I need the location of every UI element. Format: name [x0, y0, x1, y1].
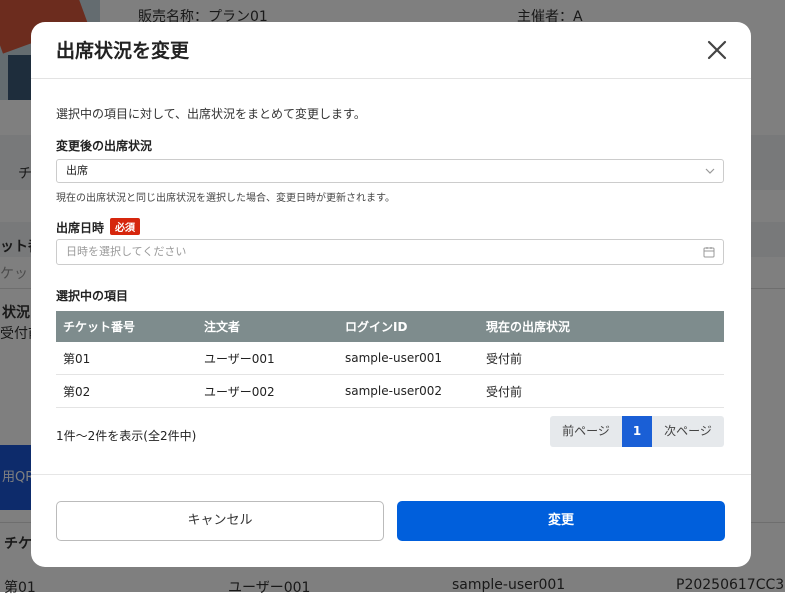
cell-current-status: 受付前 [479, 342, 724, 375]
close-button[interactable] [705, 38, 729, 62]
cell-ticket-number: 第02 [56, 374, 197, 408]
close-icon [707, 40, 727, 60]
submit-change-button[interactable]: 変更 [397, 501, 725, 541]
date-label-text: 出席日時 [56, 221, 105, 235]
cell-ticket-number: 第01 [56, 342, 197, 375]
status-select-value: 出席 [66, 164, 88, 177]
selected-items-label: 選択中の項目 [56, 289, 129, 303]
header-ticket-number: チケット番号 [56, 311, 197, 342]
required-badge: 必須 [110, 218, 141, 235]
intro-text: 選択中の項目に対して、出席状況をまとめて変更します。 [56, 107, 366, 121]
status-select[interactable]: 出席 [56, 159, 724, 183]
change-attendance-modal: 出席状況を変更 選択中の項目に対して、出席状況をまとめて変更します。 変更後の出… [31, 22, 751, 567]
modal-header: 出席状況を変更 [31, 22, 751, 79]
cell-login-id: sample-user001 [338, 342, 479, 375]
prev-page-button[interactable]: 前ページ [550, 416, 622, 447]
header-orderer: 注文者 [197, 311, 338, 342]
cancel-button[interactable]: キャンセル [56, 501, 384, 541]
header-current-status: 現在の出席状況 [479, 311, 724, 342]
modal-title: 出席状況を変更 [56, 40, 190, 62]
result-summary: 1件～2件を表示(全2件中) [56, 429, 197, 443]
header-login-id: ログインID [338, 311, 479, 342]
calendar-icon[interactable] [703, 246, 715, 258]
cell-orderer: ユーザー002 [197, 374, 338, 408]
date-label: 出席日時 必須 [56, 218, 141, 236]
cell-current-status: 受付前 [479, 374, 724, 408]
selected-items-table: チケット番号 注文者 ログインID 現在の出席状況 第01 ユーザー001 sa… [56, 311, 724, 408]
status-label: 変更後の出席状況 [56, 139, 153, 153]
page-1-button[interactable]: 1 [622, 416, 652, 447]
table-row: 第01 ユーザー001 sample-user001 受付前 [56, 342, 724, 375]
date-input[interactable]: 日時を選択してください [56, 239, 724, 265]
footer-divider [31, 474, 751, 475]
next-page-button[interactable]: 次ページ [652, 416, 724, 447]
pagination: 前ページ 1 次ページ [550, 416, 724, 447]
cell-orderer: ユーザー001 [197, 342, 338, 375]
cell-login-id: sample-user002 [338, 374, 479, 408]
chevron-down-icon [705, 168, 715, 174]
table-row: 第02 ユーザー002 sample-user002 受付前 [56, 374, 724, 408]
status-hint: 現在の出席状況と同じ出席状況を選択した場合、変更日時が更新されます。 [56, 193, 395, 204]
date-input-placeholder: 日時を選択してください [66, 245, 187, 258]
table-header-row: チケット番号 注文者 ログインID 現在の出席状況 [56, 311, 724, 342]
